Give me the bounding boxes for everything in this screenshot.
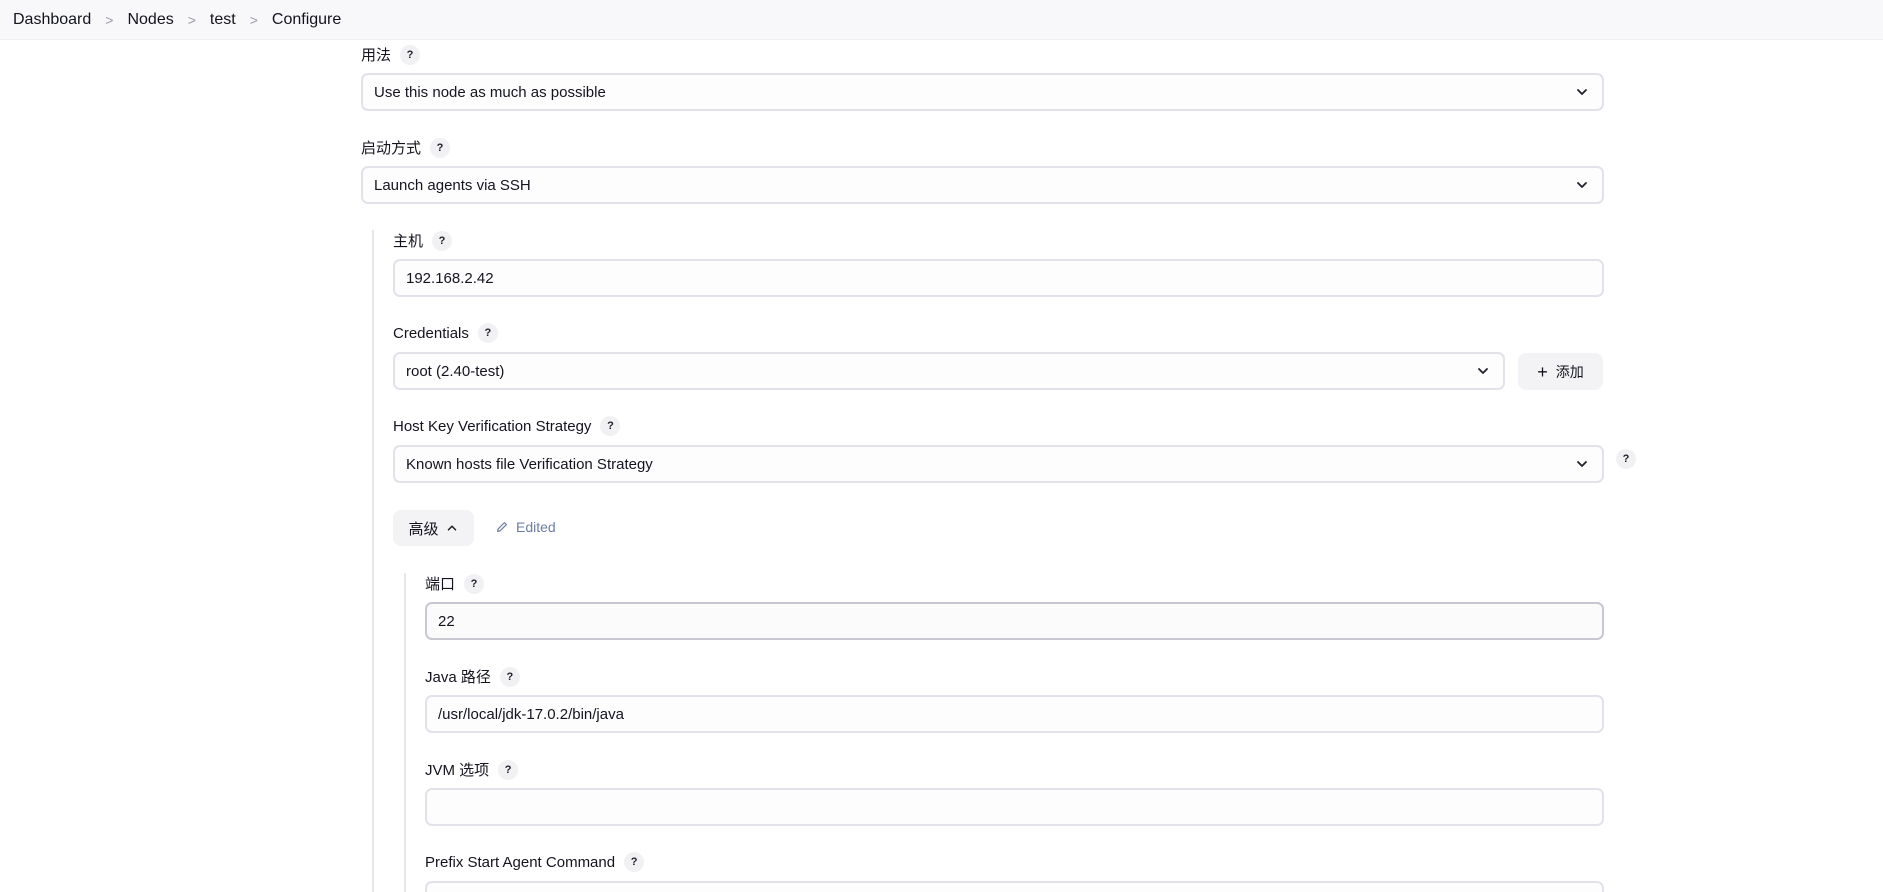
host-key-strategy-select-value: Known hosts file Verification Strategy: [406, 455, 653, 473]
java-path-input[interactable]: /usr/local/jdk-17.0.2/bin/java: [425, 695, 1604, 733]
chevron-up-icon: [447, 525, 456, 531]
chevron-down-icon: [1577, 461, 1587, 467]
launch-method-label-text: 启动方式: [361, 140, 422, 157]
prefix-start-agent-command-label-text: Prefix Start Agent Command: [425, 853, 616, 871]
help-icon[interactable]: ?: [432, 230, 453, 251]
launch-method-select[interactable]: Launch agents via SSH: [361, 166, 1604, 204]
java-path-label-text: Java 路径: [425, 669, 491, 686]
help-icon[interactable]: ?: [499, 666, 520, 687]
help-icon[interactable]: ?: [1616, 449, 1636, 469]
help-icon[interactable]: ?: [477, 323, 498, 343]
plus-icon: +: [1537, 361, 1548, 382]
edited-indicator: Edited: [495, 519, 556, 535]
java-path-input-value: /usr/local/jdk-17.0.2/bin/java: [438, 705, 624, 723]
edited-label: Edited: [516, 519, 556, 535]
breadcrumb-separator: >: [105, 11, 114, 28]
port-label: 端口 ?: [425, 573, 485, 594]
jvm-options-label: JVM 选项 ?: [425, 759, 519, 780]
host-input-value: 192.168.2.42: [406, 269, 494, 287]
breadcrumb-separator: >: [187, 11, 196, 28]
prefix-start-agent-command-label: Prefix Start Agent Command ?: [425, 852, 645, 872]
advanced-indent-line: [404, 573, 406, 892]
chevron-down-icon: [1577, 182, 1587, 188]
credentials-label: Credentials ?: [393, 323, 498, 343]
host-key-strategy-label: Host Key Verification Strategy ?: [393, 416, 621, 436]
host-key-strategy-select[interactable]: Known hosts file Verification Strategy: [393, 445, 1604, 483]
breadcrumb-item-configure[interactable]: Configure: [272, 11, 341, 29]
java-path-label: Java 路径 ?: [425, 666, 520, 687]
launch-method-label: 启动方式 ?: [361, 137, 451, 158]
host-label: 主机 ?: [393, 230, 453, 251]
credentials-select-value: root (2.40-test): [406, 362, 505, 380]
advanced-toggle-label: 高级: [408, 520, 439, 538]
prefix-start-agent-command-input[interactable]: [425, 881, 1604, 892]
port-input[interactable]: 22: [425, 602, 1604, 640]
add-credentials-button[interactable]: + 添加: [1518, 353, 1603, 390]
help-icon[interactable]: ?: [600, 416, 621, 436]
help-icon[interactable]: ?: [430, 137, 451, 158]
help-icon[interactable]: ?: [400, 44, 421, 65]
credentials-select[interactable]: root (2.40-test): [393, 352, 1505, 390]
breadcrumb: Dashboard > Nodes > test > Configure: [0, 0, 1883, 40]
usage-select-value: Use this node as much as possible: [374, 83, 606, 101]
launch-method-select-value: Launch agents via SSH: [374, 176, 531, 194]
breadcrumb-item-test[interactable]: test: [210, 11, 236, 29]
port-label-text: 端口: [425, 576, 456, 593]
jvm-options-input[interactable]: [425, 788, 1604, 826]
host-key-strategy-label-text: Host Key Verification Strategy: [393, 417, 592, 435]
breadcrumb-item-dashboard[interactable]: Dashboard: [13, 11, 91, 29]
add-credentials-label: 添加: [1555, 363, 1584, 380]
chevron-down-icon: [1577, 89, 1587, 95]
port-input-value: 22: [438, 612, 455, 630]
usage-label: 用法 ?: [361, 44, 421, 65]
pencil-icon: [497, 522, 507, 532]
host-input[interactable]: 192.168.2.42: [393, 259, 1604, 297]
help-icon[interactable]: ?: [464, 573, 485, 594]
host-label-text: 主机: [393, 233, 424, 250]
credentials-label-text: Credentials: [393, 324, 469, 342]
usage-select[interactable]: Use this node as much as possible: [361, 73, 1604, 111]
chevron-down-icon: [1478, 368, 1488, 374]
section-indent-line: [372, 230, 374, 892]
help-icon[interactable]: ?: [624, 852, 645, 872]
help-icon[interactable]: ?: [498, 759, 519, 780]
breadcrumb-separator: >: [249, 11, 258, 28]
breadcrumb-item-nodes[interactable]: Nodes: [127, 11, 173, 29]
usage-label-text: 用法: [361, 47, 392, 64]
advanced-toggle-button[interactable]: 高级: [393, 510, 474, 546]
jvm-options-label-text: JVM 选项: [425, 762, 490, 779]
